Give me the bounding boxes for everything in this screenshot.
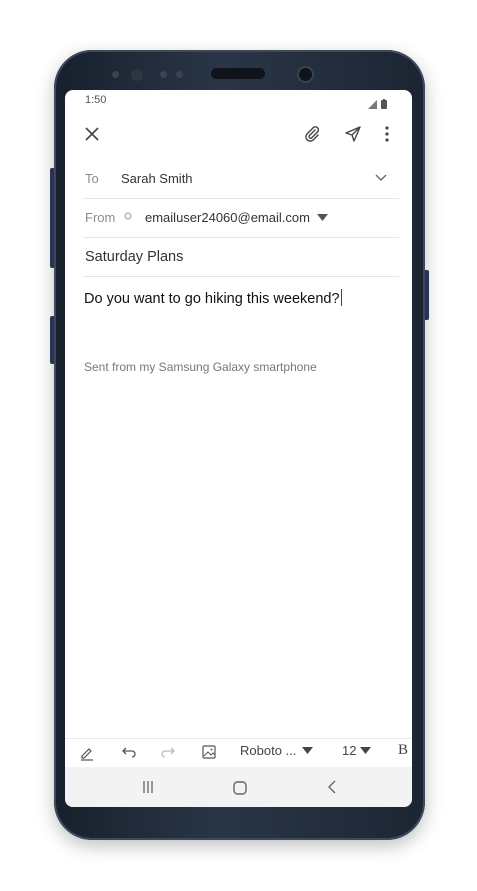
undo-icon[interactable] — [120, 745, 136, 761]
paperclip-icon[interactable] — [301, 123, 323, 145]
to-recipient[interactable]: Sarah Smith — [121, 171, 193, 186]
front-sensor — [131, 69, 143, 81]
message-body[interactable]: Do you want to go hiking this weekend? — [84, 289, 342, 307]
from-field-row[interactable]: From emailuser24060@email.com — [83, 198, 399, 238]
text-cursor — [340, 289, 342, 306]
close-icon[interactable] — [81, 123, 103, 145]
pen-icon[interactable] — [79, 745, 95, 761]
sensor-dot — [160, 71, 167, 78]
front-camera — [299, 68, 312, 81]
phone-screen: 1:50 To Sarah Smith From emailuser24060@… — [65, 90, 412, 807]
message-body-text: Do you want to go hiking this weekend? — [84, 291, 340, 307]
caret-down-icon — [302, 747, 314, 754]
signal-battery-icon — [368, 96, 390, 114]
bold-button[interactable]: B — [398, 742, 408, 759]
caret-down-icon — [360, 747, 372, 754]
email-signature[interactable]: Sent from my Samsung Galaxy smartphone — [84, 360, 317, 374]
subject-field-row[interactable]: Saturday Plans — [83, 237, 399, 277]
format-toolbar: Roboto ... 12 B — [65, 738, 412, 767]
from-address[interactable]: emailuser24060@email.com — [145, 210, 310, 225]
font-family-value: Roboto ... — [240, 743, 297, 758]
image-icon[interactable] — [201, 744, 217, 760]
chevron-down-icon[interactable] — [373, 170, 389, 186]
sensor-dot — [112, 71, 119, 78]
redo-icon[interactable] — [161, 745, 177, 761]
status-time: 1:50 — [85, 94, 107, 106]
system-nav-bar — [65, 767, 412, 807]
home-icon[interactable] — [232, 780, 248, 796]
to-field-row[interactable]: To Sarah Smith — [83, 158, 399, 199]
from-label: From — [85, 210, 116, 225]
back-icon[interactable] — [325, 780, 339, 794]
subject-input[interactable]: Saturday Plans — [85, 249, 183, 265]
send-icon[interactable] — [342, 123, 364, 145]
caret-down-icon[interactable] — [316, 211, 328, 223]
to-label: To — [85, 171, 99, 186]
sensor-dot — [176, 71, 183, 78]
earpiece-speaker — [211, 68, 265, 79]
font-family-select[interactable]: Roboto ... — [240, 743, 314, 758]
account-dot-icon — [124, 212, 132, 220]
status-bar: 1:50 — [65, 90, 412, 114]
more-vert-icon[interactable] — [377, 123, 397, 145]
recent-apps-icon[interactable] — [141, 780, 155, 794]
font-size-select[interactable]: 12 — [342, 743, 372, 758]
font-size-value: 12 — [342, 743, 357, 758]
compose-toolbar — [65, 120, 412, 150]
